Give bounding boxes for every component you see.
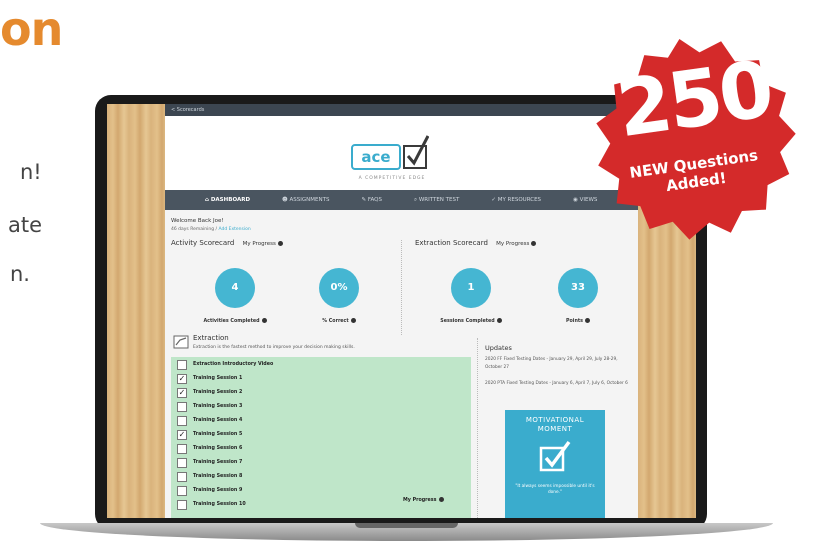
logo-checkmark-icon: [403, 135, 429, 169]
laptop-base-notch: [355, 523, 458, 528]
scorecard-divider: [401, 240, 402, 335]
update-item: 2020 FF Fixed Testing Dates - January 29…: [485, 357, 618, 370]
stat-label: Activities Completed: [195, 318, 275, 324]
checkbox[interactable]: [177, 485, 187, 496]
motivational-moment-card: MOTIVATIONAL MOMENT "It always seems imp…: [505, 410, 605, 518]
dashboard-content: Welcome Back Joe! 46 days Remaining / Ad…: [165, 210, 638, 518]
activity-scorecard-heading: Activity Scorecard My Progress: [171, 239, 283, 247]
nav-assignments[interactable]: ☻ ASSIGNMENTS: [266, 197, 345, 203]
welcome-message: Welcome Back Joe!: [171, 218, 224, 224]
info-icon: [438, 497, 444, 502]
activity-my-progress[interactable]: My Progress: [243, 241, 283, 247]
checkbox[interactable]: [177, 499, 187, 510]
info-icon: [261, 318, 267, 323]
checkbox-checked[interactable]: ✓: [177, 429, 187, 440]
list-item[interactable]: Training Session 4: [177, 415, 242, 426]
nav-my-resources[interactable]: ✓ MY RESOURCES: [475, 197, 557, 203]
checkbox[interactable]: [177, 415, 187, 426]
stat-label: Sessions Completed: [431, 318, 511, 324]
checkbox[interactable]: [177, 443, 187, 454]
logo-tagline: A COMPETITIVE EDGE: [358, 176, 426, 181]
nav-written-test[interactable]: ⌕ WRITTEN TEST: [398, 197, 475, 204]
list-item[interactable]: Extraction Introductory Video: [177, 359, 273, 370]
checkbox[interactable]: [177, 457, 187, 468]
ace-logo[interactable]: ace: [351, 144, 401, 170]
checkbox[interactable]: [177, 401, 187, 412]
info-icon: [585, 318, 591, 323]
back-link[interactable]: < Scorecards: [165, 104, 638, 116]
nav-dashboard[interactable]: ⌂ DASHBOARD: [165, 197, 266, 203]
list-item[interactable]: Training Session 3: [177, 401, 242, 412]
motivational-quote: "It always seems impossible until it's d…: [515, 484, 595, 495]
list-item[interactable]: ✓ Training Session 2: [177, 387, 242, 398]
list-item[interactable]: Training Session 8: [177, 471, 242, 482]
nav-faqs[interactable]: ✎ FAQS: [345, 197, 398, 203]
update-item: 2020 PTA Fixed Testing Dates - January 6…: [485, 381, 628, 386]
info-icon: [277, 241, 283, 246]
main-nav: ⌂ DASHBOARD ☻ ASSIGNMENTS ✎ FAQS ⌕ WRITT…: [165, 190, 638, 210]
marketing-line-1: n!: [20, 160, 42, 184]
stat-label: Points: [538, 318, 618, 324]
stat-circle: 1: [451, 268, 491, 308]
info-icon: [496, 318, 502, 323]
stat-label: % Correct: [299, 318, 379, 324]
stat-circle: 4: [215, 268, 255, 308]
motivational-title: MOTIVATIONAL MOMENT: [525, 416, 585, 433]
updates-divider: [477, 338, 478, 518]
days-remaining: 46 days Remaining / Add Extension: [171, 227, 251, 232]
stat-circle: 0%: [319, 268, 359, 308]
updates-title: Updates: [485, 344, 512, 352]
list-item[interactable]: Training Session 10: [177, 499, 246, 510]
extraction-icon: [173, 335, 189, 349]
training-checklist: Extraction Introductory Video ✓ Training …: [171, 357, 471, 518]
extraction-description: Extraction is the fastest method to impr…: [193, 345, 355, 350]
info-icon: [350, 318, 356, 323]
stat-circle: 33: [558, 268, 598, 308]
logo-header: ace A COMPETITIVE EDGE: [165, 116, 638, 190]
extraction-my-progress[interactable]: My Progress: [496, 241, 537, 247]
list-item[interactable]: ✓ Training Session 5: [177, 429, 242, 440]
checkbox[interactable]: [177, 471, 187, 482]
list-item[interactable]: ✓ Training Session 1: [177, 373, 242, 384]
marketing-line-3: n.: [10, 262, 30, 286]
checkbox[interactable]: [177, 359, 187, 370]
list-item[interactable]: Training Session 9: [177, 485, 242, 496]
checkbox-checked[interactable]: ✓: [177, 387, 187, 398]
marketing-title: on: [0, 2, 63, 56]
list-item[interactable]: Training Session 6: [177, 443, 242, 454]
marketing-line-2: ate: [8, 213, 43, 237]
checkbox-checked[interactable]: ✓: [177, 373, 187, 384]
extraction-scorecard-heading: Extraction Scorecard My Progress: [415, 239, 537, 247]
info-icon: [531, 241, 537, 246]
app-window: < Scorecards ace A COMPETITIVE EDGE ⌂ DA…: [165, 104, 638, 518]
checklist-my-progress[interactable]: My Progress: [403, 497, 444, 503]
add-extension-link[interactable]: Add Extension: [219, 227, 251, 232]
wood-background-left: [107, 104, 165, 518]
users-icon: ☻: [282, 197, 290, 203]
list-item[interactable]: Training Session 7: [177, 457, 242, 468]
checkbox-check-icon: [539, 440, 571, 472]
extraction-title: Extraction: [193, 334, 229, 342]
